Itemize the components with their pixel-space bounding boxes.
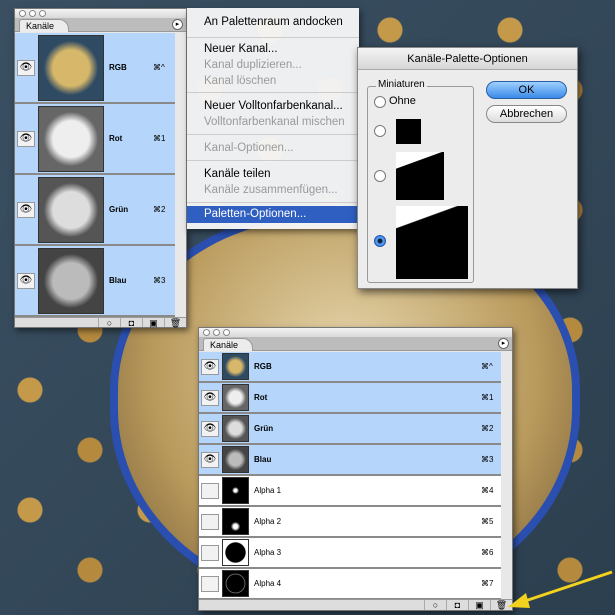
yellow-arrow-annotation — [508, 570, 613, 608]
menu-item-palette-options[interactable]: Paletten-Optionen... — [187, 206, 359, 223]
close-button[interactable] — [19, 10, 26, 17]
menu-item-merge: Kanäle zusammenfügen... — [204, 184, 338, 196]
visibility-toggle[interactable] — [201, 544, 219, 561]
menu-item-duplicate: Kanal duplizieren... — [204, 59, 302, 71]
channel-row[interactable]: Alpha 1 ⌘4 — [199, 476, 501, 507]
channel-row[interactable]: 👁 RGB ⌘^ — [15, 33, 175, 104]
eye-icon[interactable]: 👁 — [17, 59, 35, 76]
ok-button[interactable]: OK — [486, 81, 567, 99]
visibility-toggle[interactable] — [201, 482, 219, 499]
menu-item-new-channel[interactable]: Neuer Kanal... — [187, 41, 359, 57]
save-selection-button[interactable]: ◘ — [120, 318, 142, 328]
palette-options-dialog: Kanäle-Palette-Optionen Miniaturen Ohne … — [357, 47, 578, 289]
channel-thumbnail — [38, 176, 104, 243]
eye-icon[interactable]: 👁 — [17, 272, 35, 289]
radio-medium[interactable] — [374, 170, 386, 182]
eye-icon[interactable]: 👁 — [201, 358, 219, 375]
menu-item-merge-spot: Volltonfarbenkanal mischen — [204, 116, 345, 128]
medium-thumbnail-preview — [396, 152, 444, 200]
title-bar[interactable] — [199, 328, 512, 337]
channel-row[interactable]: 👁 Grün ⌘2 — [199, 414, 501, 445]
channel-thumbnail — [38, 247, 104, 314]
menu-item-channel-options: Kanal-Optionen... — [204, 142, 294, 154]
channel-thumbnail — [222, 384, 249, 411]
channel-thumbnail — [222, 508, 249, 535]
channel-thumbnail — [38, 34, 104, 101]
trash-icon[interactable]: 🗑 — [164, 318, 186, 328]
radio-none[interactable] — [374, 96, 386, 108]
visibility-toggle[interactable] — [201, 575, 219, 592]
channel-row[interactable]: 👁 Rot ⌘1 — [199, 383, 501, 414]
eye-icon[interactable]: 👁 — [17, 130, 35, 147]
channel-row[interactable]: 👁 Rot ⌘1 — [15, 104, 175, 175]
palette-menu-button[interactable]: ▸ — [172, 19, 183, 30]
tab-kanaele[interactable]: Kanäle — [203, 338, 254, 351]
load-selection-button[interactable]: ○ — [98, 318, 120, 328]
eye-icon[interactable]: 👁 — [201, 389, 219, 406]
channel-row[interactable]: 👁 Blau ⌘3 — [15, 246, 175, 317]
menu-item-delete: Kanal löschen — [204, 75, 277, 87]
cancel-button[interactable]: Abbrechen — [486, 105, 567, 123]
channel-row[interactable]: 👁 Grün ⌘2 — [15, 175, 175, 246]
channel-thumbnail — [222, 477, 249, 504]
channel-thumbnail — [38, 105, 104, 172]
dialog-title: Kanäle-Palette-Optionen — [358, 48, 577, 70]
eye-icon[interactable]: 👁 — [201, 420, 219, 437]
menu-item-dock[interactable]: An Palettenraum andocken — [187, 14, 359, 30]
small-thumbnail-preview — [396, 119, 421, 144]
tab-kanaele[interactable]: Kanäle — [19, 19, 70, 32]
load-selection-button[interactable]: ○ — [424, 600, 446, 610]
channel-row[interactable]: 👁 RGB ⌘^ — [199, 352, 501, 383]
minimize-button[interactable] — [213, 329, 220, 336]
channel-thumbnail — [222, 446, 249, 473]
save-selection-button[interactable]: ◘ — [446, 600, 468, 610]
menu-item-split[interactable]: Kanäle teilen — [187, 166, 359, 182]
radio-large[interactable] — [374, 235, 386, 247]
large-thumbnail-preview — [396, 206, 468, 279]
zoom-button[interactable] — [39, 10, 46, 17]
new-channel-button[interactable]: ▣ — [142, 318, 164, 328]
radio-small[interactable] — [374, 125, 386, 137]
channels-palette-small: Kanäle ▸ 👁 RGB ⌘^ 👁 Rot ⌘1 👁 Grün ⌘2 👁 Blau ⌘3 Alpha … — [198, 327, 513, 611]
channel-row[interactable]: Alpha 4 ⌘7 — [199, 569, 501, 600]
eye-icon[interactable]: 👁 — [17, 201, 35, 218]
palette-menu: An Palettenraum andocken Neuer Kanal... … — [187, 8, 359, 229]
channel-row[interactable]: 👁 Blau ⌘3 — [199, 445, 501, 476]
channels-palette-large: Kanäle ▸ 👁 RGB ⌘^ 👁 Rot ⌘1 👁 Grün ⌘2 👁 Blau ⌘3 ○ ◘… — [14, 8, 187, 328]
minimize-button[interactable] — [29, 10, 36, 17]
zoom-button[interactable] — [223, 329, 230, 336]
visibility-toggle[interactable] — [201, 513, 219, 530]
menu-item-new-spot[interactable]: Neuer Volltonfarbenkanal... — [187, 98, 359, 114]
eye-icon[interactable]: 👁 — [201, 451, 219, 468]
channel-thumbnail — [222, 570, 249, 597]
channel-thumbnail — [222, 415, 249, 442]
channel-thumbnail — [222, 353, 249, 380]
channel-row[interactable]: Alpha 2 ⌘5 — [199, 507, 501, 538]
channel-row[interactable]: Alpha 3 ⌘6 — [199, 538, 501, 569]
new-channel-button[interactable]: ▣ — [468, 600, 490, 610]
close-button[interactable] — [203, 329, 210, 336]
palette-menu-button[interactable]: ▸ — [498, 338, 509, 349]
thumbnail-size-group: Miniaturen Ohne — [367, 79, 474, 283]
title-bar[interactable] — [15, 9, 186, 18]
channel-thumbnail — [222, 539, 249, 566]
